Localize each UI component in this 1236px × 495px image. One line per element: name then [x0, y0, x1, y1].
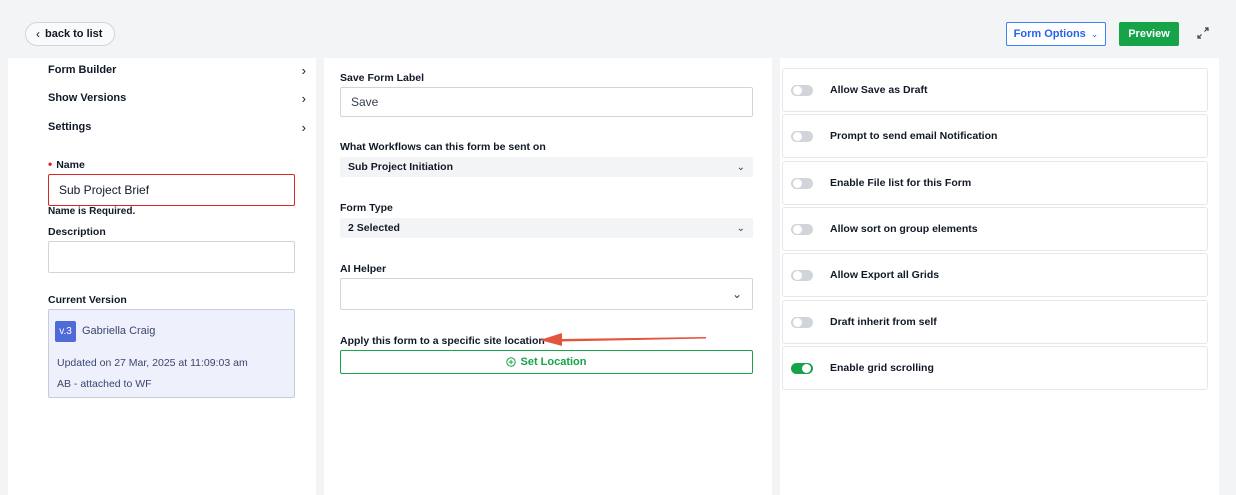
toggle-label: Allow sort on group elements — [830, 223, 978, 235]
chevron-right-icon: › — [301, 119, 306, 135]
version-note: AB - attached to WF — [57, 378, 152, 390]
version-author: Gabriella Craig — [82, 325, 156, 337]
save-form-label-title: Save Form Label — [340, 72, 425, 84]
toggle-row-allow-export: Allow Export all Grids — [782, 253, 1208, 297]
allow-sort-toggle[interactable] — [791, 223, 813, 235]
chevron-down-icon: ⌄ — [1090, 28, 1099, 39]
version-updated-date: Updated on 27 Mar, 2025 at 11:09:03 am — [57, 357, 248, 369]
grid-scrolling-toggle[interactable] — [791, 362, 813, 374]
right-panel: Allow Save as Draft Prompt to send email… — [780, 58, 1219, 495]
ai-helper-title: AI Helper — [340, 263, 387, 275]
toggle-row-allow-sort: Allow sort on group elements — [782, 207, 1208, 251]
description-input[interactable] — [48, 241, 295, 273]
save-form-label-input[interactable]: Save — [340, 87, 753, 117]
set-location-button[interactable]: Set Location — [340, 350, 753, 374]
chevron-down-icon: ⌄ — [736, 161, 745, 173]
toggle-label: Enable grid scrolling — [830, 362, 934, 374]
back-to-list-label: back to list — [45, 28, 103, 40]
current-version-label: Current Version — [48, 294, 127, 306]
toggle-label: Allow Save as Draft — [830, 84, 928, 96]
workflows-select[interactable]: Sub Project Initiation ⌄ — [340, 157, 753, 177]
workflows-title: What Workflows can this form be sent on — [340, 141, 546, 153]
form-options-button[interactable]: Form Options ⌄ — [1006, 22, 1106, 46]
form-type-selected-value: 2 Selected — [348, 222, 400, 234]
chevron-right-icon: › — [301, 90, 306, 106]
version-badge: v.3 — [55, 321, 76, 342]
preview-button[interactable]: Preview — [1119, 22, 1179, 46]
site-location-title: Apply this form to a specific site locat… — [340, 335, 545, 347]
name-input[interactable]: Sub Project Brief — [48, 174, 295, 206]
enable-file-list-toggle[interactable] — [791, 177, 813, 189]
form-options-label: Form Options — [1013, 28, 1086, 40]
toggle-label: Prompt to send email Notification — [830, 130, 998, 142]
nav-item-form-builder[interactable]: Form Builder › — [48, 59, 306, 81]
preview-label: Preview — [1128, 28, 1170, 40]
toggle-row-grid-scrolling: Enable grid scrolling — [782, 346, 1208, 390]
draft-inherit-toggle[interactable] — [791, 316, 813, 328]
toggle-knob — [802, 363, 811, 373]
back-to-list-button[interactable]: ‹ back to list — [25, 22, 116, 46]
middle-panel: Save Form Label Save What Workflows can … — [324, 58, 772, 495]
current-version-card[interactable]: v.3 Gabriella Craig Updated on 27 Mar, 2… — [48, 309, 295, 398]
workflows-selected-value: Sub Project Initiation — [348, 161, 454, 173]
annotation-arrow-icon — [540, 333, 706, 346]
ai-helper-select[interactable]: ⌄ — [340, 278, 753, 310]
toggle-knob — [793, 178, 802, 188]
toggle-knob — [793, 317, 802, 327]
name-label-text: Name — [56, 159, 85, 171]
toggle-label: Allow Export all Grids — [830, 269, 940, 281]
allow-save-draft-toggle[interactable] — [791, 84, 813, 96]
name-input-value: Sub Project Brief — [59, 183, 150, 197]
form-type-title: Form Type — [340, 202, 393, 214]
toggle-label: Draft inherit from self — [830, 316, 937, 328]
required-dot-icon: • — [48, 157, 53, 171]
toggle-knob — [793, 131, 802, 141]
set-location-label: Set Location — [520, 356, 587, 368]
chevron-down-icon: ⌄ — [736, 222, 745, 234]
toggle-row-allow-save-draft: Allow Save as Draft — [782, 68, 1208, 112]
prompt-email-toggle[interactable] — [791, 130, 813, 142]
save-form-label-value: Save — [351, 95, 379, 109]
nav-item-label: Settings — [48, 121, 92, 133]
toggle-knob — [793, 224, 802, 234]
chevron-left-icon: ‹ — [36, 27, 40, 41]
nav-item-show-versions[interactable]: Show Versions › — [48, 87, 306, 109]
allow-export-toggle[interactable] — [791, 269, 813, 281]
nav-item-label: Form Builder — [48, 64, 117, 76]
nav-item-label: Show Versions — [48, 92, 127, 104]
toggle-row-prompt-email: Prompt to send email Notification — [782, 114, 1208, 158]
name-field-label: • Name — [48, 157, 85, 171]
toggle-row-enable-file-list: Enable File list for this Form — [782, 161, 1208, 205]
left-panel: Form Builder › Show Versions › Settings … — [8, 58, 316, 495]
toggle-knob — [793, 85, 802, 95]
chevron-down-icon: ⌄ — [731, 287, 742, 301]
expand-icon[interactable] — [1196, 26, 1210, 40]
form-type-select[interactable]: 2 Selected ⌄ — [340, 218, 753, 238]
plus-circle-icon — [506, 357, 517, 367]
name-error-message: Name is Required. — [48, 206, 136, 217]
toggle-knob — [793, 270, 802, 280]
description-label: Description — [48, 226, 106, 238]
nav-item-settings[interactable]: Settings › — [48, 116, 306, 138]
toggle-row-draft-inherit: Draft inherit from self — [782, 300, 1208, 344]
chevron-right-icon: › — [301, 62, 306, 78]
toggle-label: Enable File list for this Form — [830, 177, 972, 189]
